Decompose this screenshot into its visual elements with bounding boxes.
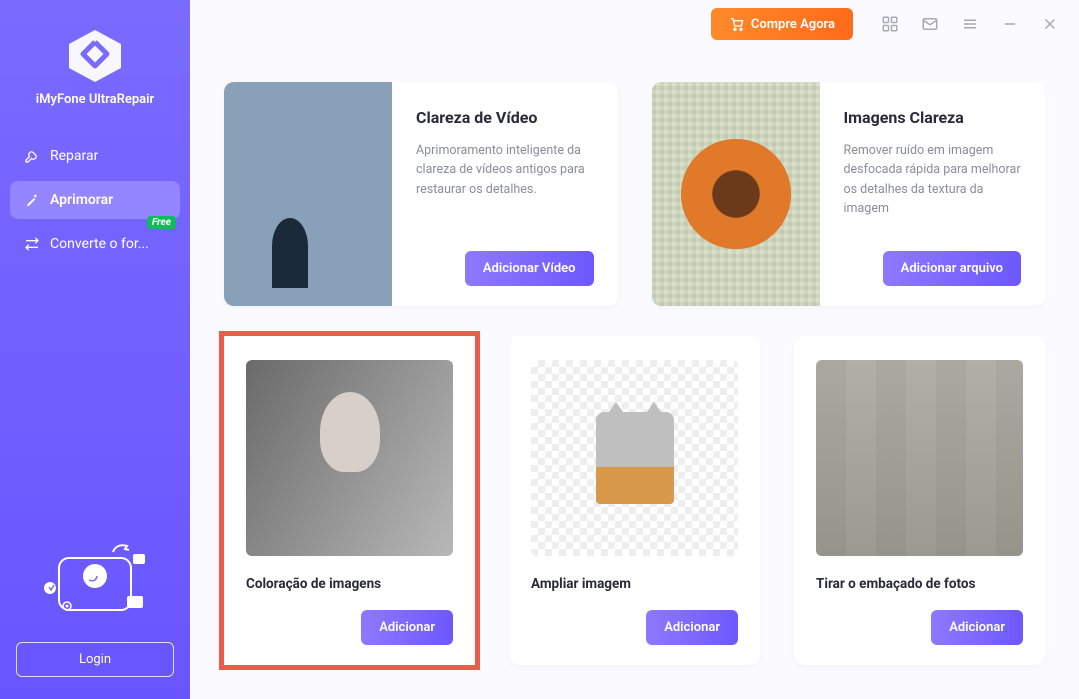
card-description: Remover ruído em imagem desfocada rápida… [844, 141, 1022, 219]
feature-row-tall: Coloração de imagens Adicionar Ampliar i… [224, 336, 1045, 665]
login-button[interactable]: Login [16, 642, 174, 677]
app-logo-icon [65, 28, 125, 84]
card-image-clarity: Imagens Clareza Remover ruído em imagem … [652, 82, 1046, 306]
add-file-button[interactable]: Adicionar arquivo [883, 251, 1021, 286]
nav-item-enhance[interactable]: Aprimorar [10, 181, 180, 219]
product-name: iMyFone UltraRepair [0, 92, 190, 107]
card-description: Aprimoramento inteligente da clareza de … [416, 141, 594, 199]
card-title: Coloração de imagens [246, 576, 453, 592]
wand-icon [24, 192, 40, 208]
add-button[interactable]: Adicionar [361, 610, 453, 645]
nav-label: Reparar [50, 148, 98, 164]
card-thumbnail [816, 360, 1023, 556]
card-thumbnail [224, 82, 392, 306]
nav: Reparar Aprimorar Free Converte o for... [0, 125, 190, 281]
card-deblur: Tirar o embaçado de fotos Adicionar [794, 336, 1045, 665]
cart-icon [729, 16, 745, 32]
card-title: Ampliar imagem [531, 576, 738, 592]
add-button[interactable]: Adicionar [931, 610, 1023, 645]
sidebar: iMyFone UltraRepair Reparar Aprimorar Fr… [0, 0, 190, 699]
card-title: Imagens Clareza [844, 108, 1022, 127]
topbar: Compre Agora [190, 0, 1079, 48]
card-video-clarity: Clareza de Vídeo Aprimoramento inteligen… [224, 82, 618, 306]
card-thumbnail [652, 82, 820, 306]
buy-label: Compre Agora [751, 17, 835, 32]
topbar-icons [881, 15, 1059, 33]
card-title: Clareza de Vídeo [416, 108, 594, 127]
add-button[interactable]: Adicionar [646, 610, 738, 645]
feature-row-wide: Clareza de Vídeo Aprimoramento inteligen… [224, 82, 1045, 306]
card-title: Tirar o embaçado de fotos [816, 576, 1023, 592]
sidebar-illustration [16, 538, 174, 628]
add-video-button[interactable]: Adicionar Vídeo [465, 251, 594, 286]
nav-item-repair[interactable]: Reparar [10, 137, 180, 175]
sidebar-bottom: Login [0, 538, 190, 699]
free-badge: Free [147, 216, 176, 229]
card-colorize: Coloração de imagens Adicionar [224, 336, 475, 665]
grid-icon[interactable] [881, 15, 899, 33]
convert-icon [24, 236, 40, 252]
buy-now-button[interactable]: Compre Agora [711, 8, 853, 40]
wrench-icon [24, 148, 40, 164]
close-icon[interactable] [1041, 15, 1059, 33]
logo-area: iMyFone UltraRepair [0, 0, 190, 125]
minimize-icon[interactable] [1001, 15, 1019, 33]
main: Compre Agora Clareza d [190, 0, 1079, 699]
nav-item-convert[interactable]: Free Converte o for... [10, 225, 180, 263]
nav-label: Aprimorar [50, 192, 113, 208]
nav-label: Converte o for... [50, 236, 149, 252]
menu-icon[interactable] [961, 15, 979, 33]
mail-icon[interactable] [921, 15, 939, 33]
content: Clareza de Vídeo Aprimoramento inteligen… [190, 48, 1079, 699]
card-thumbnail [531, 360, 738, 556]
card-upscale: Ampliar imagem Adicionar [509, 336, 760, 665]
card-thumbnail [246, 360, 453, 556]
